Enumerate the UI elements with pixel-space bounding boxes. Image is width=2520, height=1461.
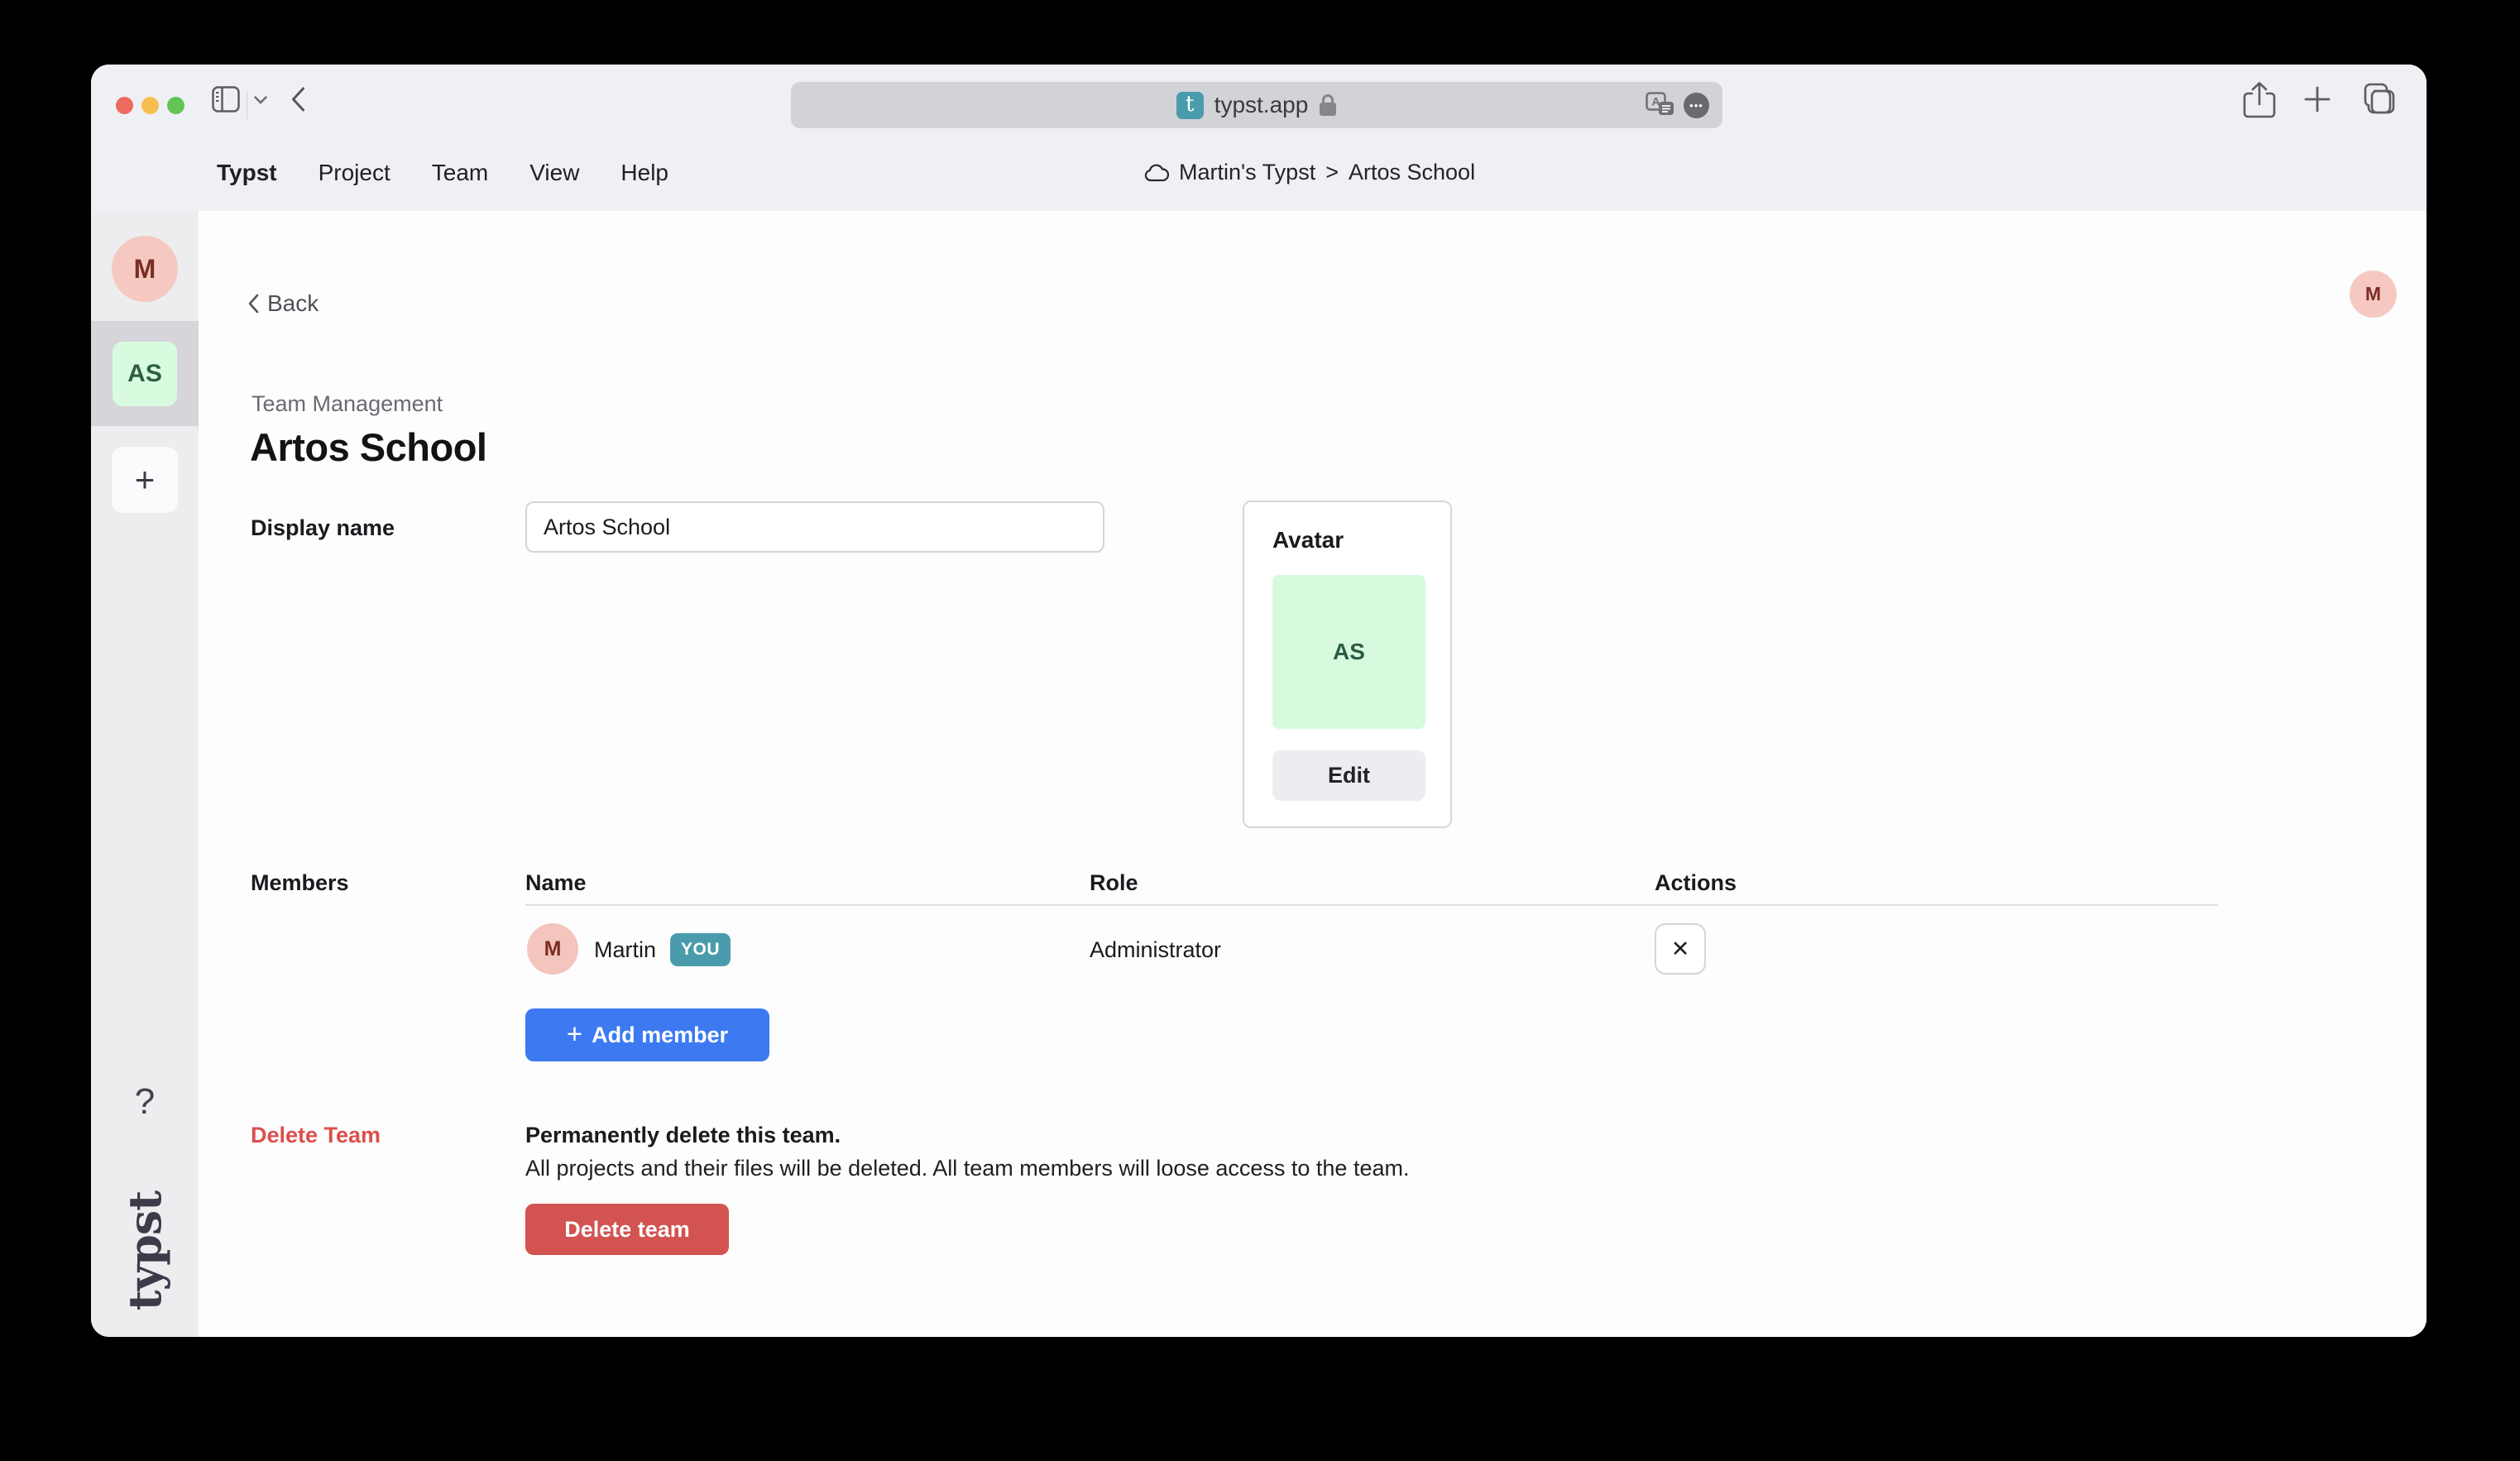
help-icon[interactable]: ? — [91, 1081, 199, 1123]
app-header: Typst Project Team View Help Martin's Ty… — [91, 134, 2427, 211]
members-label: Members — [251, 870, 349, 896]
app-menu-bar: Typst Project Team View Help — [217, 134, 668, 211]
member-role: Administrator — [1090, 937, 1221, 963]
sidebar-item-selected-team[interactable]: AS — [91, 321, 199, 426]
window-zoom-button[interactable] — [167, 97, 184, 114]
menu-item-project[interactable]: Project — [319, 160, 390, 186]
delete-warning-body: All projects and their files will be del… — [525, 1156, 1409, 1181]
tab-overview-icon[interactable] — [2363, 82, 2396, 115]
delete-warning-title: Permanently delete this team. — [525, 1123, 841, 1148]
cloud-icon — [1144, 163, 1169, 183]
new-tab-icon[interactable] — [2303, 85, 2331, 113]
site-favicon: t — [1176, 92, 1204, 119]
member-name: Martin — [594, 937, 656, 963]
column-header-role: Role — [1090, 870, 1138, 896]
edit-avatar-button[interactable]: Edit — [1272, 750, 1425, 801]
column-header-actions: Actions — [1655, 870, 1737, 896]
breadcrumb: Martin's Typst > Artos School — [1144, 134, 1475, 211]
delete-team-label: Delete Team — [251, 1123, 381, 1148]
back-icon[interactable] — [291, 87, 305, 112]
browser-window: t typst.app A — [91, 65, 2427, 1337]
chevron-down-icon[interactable] — [254, 96, 267, 104]
url-text[interactable]: typst.app — [1214, 92, 1309, 118]
sidebar-toggle-icon[interactable] — [212, 86, 240, 113]
team-management-page: Back M Team Management Artos School Disp… — [199, 211, 2427, 1337]
delete-team-button[interactable]: Delete team — [525, 1204, 729, 1255]
team-sidebar: M AS + ? typst — [91, 211, 199, 1337]
team-avatar-preview: AS — [1272, 575, 1425, 729]
section-eyebrow: Team Management — [252, 391, 443, 417]
menu-item-view[interactable]: View — [529, 160, 579, 186]
menu-item-typst[interactable]: Typst — [217, 160, 277, 186]
avatar-card-title: Avatar — [1272, 527, 1344, 553]
sidebar-user-avatar[interactable]: M — [112, 236, 178, 302]
menu-item-help[interactable]: Help — [620, 160, 668, 186]
lock-icon — [1319, 93, 1337, 117]
browser-toolbar: t typst.app A — [91, 65, 2427, 134]
you-badge: YOU — [670, 933, 731, 966]
account-avatar[interactable]: M — [2350, 271, 2397, 318]
add-team-button[interactable]: + — [112, 447, 178, 513]
window-close-button[interactable] — [116, 97, 133, 114]
address-bar[interactable]: t typst.app A — [791, 82, 1722, 128]
window-minimize-button[interactable] — [141, 97, 159, 114]
share-icon[interactable] — [2243, 81, 2276, 119]
add-member-button[interactable]: + Add member — [525, 1008, 769, 1061]
back-button[interactable]: Back — [248, 290, 319, 317]
back-label: Back — [267, 290, 319, 317]
desktop-background: t typst.app A — [0, 0, 2520, 1461]
member-avatar: M — [527, 923, 578, 975]
display-name-label: Display name — [251, 515, 395, 541]
display-name-input[interactable] — [525, 501, 1104, 553]
address-bar-content: t typst.app — [1176, 92, 1338, 119]
column-header-name: Name — [525, 870, 587, 896]
typst-logo: typst — [91, 1189, 199, 1313]
address-bar-actions: A ••• — [1646, 82, 1709, 128]
breadcrumb-separator: > — [1325, 160, 1339, 185]
breadcrumb-team[interactable]: Martin's Typst — [1179, 160, 1315, 185]
team-avatar: AS — [113, 342, 177, 406]
breadcrumb-page[interactable]: Artos School — [1349, 160, 1475, 185]
table-header-divider — [525, 904, 2218, 906]
more-options-icon[interactable]: ••• — [1684, 93, 1709, 118]
menu-item-team[interactable]: Team — [432, 160, 488, 186]
add-member-label: Add member — [592, 1023, 728, 1048]
remove-member-button[interactable]: ✕ — [1655, 923, 1706, 975]
close-icon: ✕ — [1671, 936, 1690, 962]
traffic-lights — [116, 97, 184, 114]
translate-icon[interactable]: A — [1646, 92, 1675, 118]
avatar-card: Avatar AS Edit — [1243, 501, 1452, 828]
plus-icon: + — [567, 1018, 582, 1050]
page-title: Artos School — [250, 424, 486, 470]
